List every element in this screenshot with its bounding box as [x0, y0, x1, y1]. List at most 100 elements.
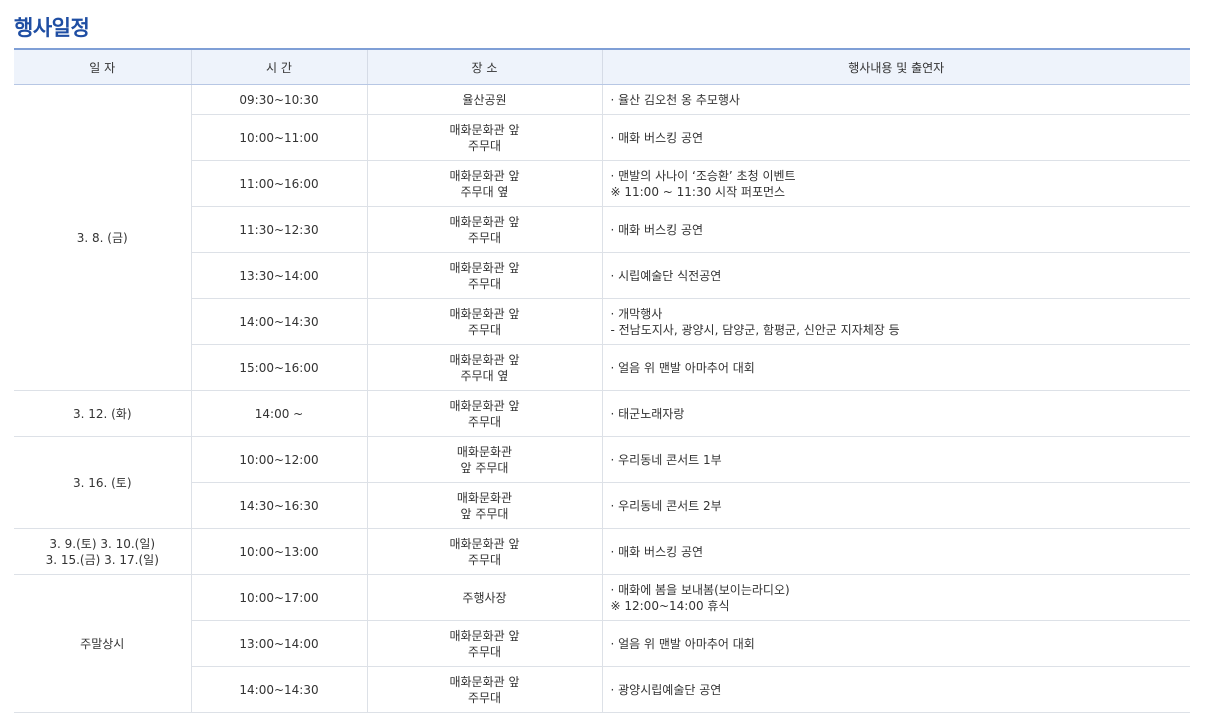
content-cell: · 매화 버스킹 공연 — [601, 206, 1190, 253]
table-row: 11:30~12:30 매화문화관 앞 주무대 · 매화 버스킹 공연 — [14, 206, 1190, 253]
header-time: 시 간 — [190, 48, 367, 85]
place-text: 주무대 — [467, 690, 502, 705]
table-row: 11:00~16:00 매화문화관 앞 주무대 옆 · 맨발의 사나이 ‘조승환’ 초… — [14, 160, 1190, 207]
date-cell: 3. 12. (화) — [14, 390, 191, 437]
place-cell: 율산공원 — [366, 84, 602, 115]
place-text: 앞 주무대 — [460, 460, 509, 475]
time-cell: 10:00~12:00 — [190, 436, 367, 483]
content-text: · 율산 김오천 옹 추모행사 — [610, 92, 740, 107]
content-text: · 맨발의 사나이 ‘조승환’ 초청 이벤트 — [610, 168, 796, 183]
place-text: 율산공원 — [462, 92, 507, 107]
content-cell: · 태군노래자랑 — [601, 390, 1190, 437]
place-text: 매화문화관 앞 — [449, 168, 520, 183]
time-cell: 14:00~14:30 — [190, 298, 367, 345]
date-cell: 3. 16. (토) — [14, 436, 191, 529]
content-cell: · 얼음 위 맨발 아마추어 대회 — [601, 344, 1190, 391]
place-text: 매화문화관 앞 — [449, 398, 520, 413]
place-text: 매화문화관 앞 — [449, 260, 520, 275]
table-header-row: 일 자 시 간 장 소 행사내용 및 출연자 — [14, 48, 1190, 85]
place-cell: 매화문화관 앞 주무대 옆 — [366, 344, 602, 391]
time-cell: 13:30~14:00 — [190, 252, 367, 299]
table-row: 주말상시 10:00~17:00 주행사장 · 매화에 봄을 보내봄(보이는라디오) ※… — [14, 574, 1190, 713]
place-cell: 매화문화관 앞 주무대 — [366, 298, 602, 345]
schedule-body: 3. 8. (금) 09:30~10:30 율산공원 · 율산 김오천 옹 추모행사 1… — [14, 84, 1190, 713]
content-cell: · 매화 버스킹 공연 — [601, 528, 1190, 575]
place-text: 매화문화관 앞 — [449, 674, 520, 689]
content-cell: · 우리동네 콘서트 2부 — [601, 482, 1190, 529]
table-row: 13:00~14:00 매화문화관 앞 주무대 · 얼음 위 맨발 아마추어 대회 — [14, 620, 1190, 667]
date-cell: 3. 8. (금) — [14, 84, 191, 391]
place-cell: 매화문화관 앞 주무대 — [366, 666, 602, 713]
table-row: 14:00~14:30 매화문화관 앞 주무대 · 광양시립예술단 공연 — [14, 666, 1190, 713]
date-text: 주말상시 — [80, 636, 125, 651]
time-cell: 10:00~11:00 — [190, 114, 367, 161]
date-text: 3. 8. (금) — [76, 230, 128, 245]
content-cell: · 율산 김오천 옹 추모행사 — [601, 84, 1190, 115]
content-text: · 매화에 봄을 보내봄(보이는라디오) — [610, 582, 790, 597]
table-row: 14:30~16:30 매화문화관 앞 주무대 · 우리동네 콘서트 2부 — [14, 482, 1190, 529]
time-cell: 13:00~14:00 — [190, 620, 367, 667]
date-text: 3. 16. (토) — [72, 475, 132, 490]
content-text: - 전남도지사, 광양시, 담양군, 함평군, 신안군 지자체장 등 — [610, 322, 900, 337]
date-cell: 주말상시 — [14, 574, 191, 713]
place-text: 주무대 — [467, 276, 502, 291]
time-cell: 11:00~16:00 — [190, 160, 367, 207]
time-cell: 10:00~17:00 — [190, 574, 367, 621]
content-text: · 광양시립예술단 공연 — [610, 682, 722, 697]
time-cell: 10:00~13:00 — [190, 528, 367, 575]
place-cell: 매화문화관 앞 주무대 — [366, 252, 602, 299]
date-text: 3. 12. (화) — [72, 406, 132, 421]
content-cell: · 시립예술단 식전공연 — [601, 252, 1190, 299]
table-row: 10:00~11:00 매화문화관 앞 주무대 · 매화 버스킹 공연 — [14, 114, 1190, 161]
content-cell: · 맨발의 사나이 ‘조승환’ 초청 이벤트 ※ 11:00 ~ 11:30 시작… — [601, 160, 1190, 207]
table-row: 3. 8. (금) 09:30~10:30 율산공원 · 율산 김오천 옹 추모행사 — [14, 84, 1190, 391]
schedule-table: 일 자 시 간 장 소 행사내용 및 출연자 3. 8. (금) 09:30~10… — [14, 48, 1190, 713]
time-cell: 09:30~10:30 — [190, 84, 367, 115]
place-text: 주무대 — [467, 644, 502, 659]
table-row: 3. 16. (토) 10:00~12:00 매화문화관 앞 주무대 · 우리동네 콘서… — [14, 436, 1190, 529]
place-text: 주행사장 — [462, 590, 507, 605]
content-cell: · 광양시립예술단 공연 — [601, 666, 1190, 713]
place-text: 매화문화관 앞 — [449, 352, 520, 367]
content-text: · 개막행사 — [610, 306, 663, 321]
page-title: 행사일정 — [14, 16, 90, 40]
table-row: 13:30~14:00 매화문화관 앞 주무대 · 시립예술단 식전공연 — [14, 252, 1190, 299]
place-cell: 매화문화관 앞 주무대 — [366, 114, 602, 161]
place-text: 주무대 — [467, 322, 502, 337]
content-text: · 매화 버스킹 공연 — [610, 222, 704, 237]
place-cell: 주행사장 — [366, 574, 602, 621]
place-cell: 매화문화관 앞 주무대 옆 — [366, 160, 602, 207]
content-text: · 태군노래자랑 — [610, 406, 685, 421]
place-cell: 매화문화관 앞 주무대 — [366, 206, 602, 253]
content-cell: · 우리동네 콘서트 1부 — [601, 436, 1190, 483]
table-row: 15:00~16:00 매화문화관 앞 주무대 옆 · 얼음 위 맨발 아마추어 대회 — [14, 344, 1190, 391]
place-text: 주무대 옆 — [460, 184, 509, 199]
content-cell: · 개막행사 - 전남도지사, 광양시, 담양군, 함평군, 신안군 지자체장 등 — [601, 298, 1190, 345]
content-cell: · 매화 버스킹 공연 — [601, 114, 1190, 161]
content-text: · 매화 버스킹 공연 — [610, 544, 704, 559]
header-place: 장 소 — [366, 48, 602, 85]
content-text: ※ 12:00~14:00 휴식 — [610, 598, 730, 613]
place-text: 매화문화관 — [456, 490, 513, 505]
place-cell: 매화문화관 앞 주무대 — [366, 528, 602, 575]
place-text: 매화문화관 앞 — [449, 122, 520, 137]
content-text: · 시립예술단 식전공연 — [610, 268, 722, 283]
time-cell: 11:30~12:30 — [190, 206, 367, 253]
content-text: ※ 11:00 ~ 11:30 시작 퍼포먼스 — [610, 184, 786, 199]
table-row: 3. 9.(토) 3. 10.(일) 3. 15.(금) 3. 17.(일) 10:… — [14, 528, 1190, 575]
time-cell: 14:00 ~ — [190, 390, 367, 437]
place-text: 매화문화관 앞 — [449, 536, 520, 551]
place-cell: 매화문화관 앞 주무대 — [366, 436, 602, 483]
place-cell: 매화문화관 앞 주무대 — [366, 620, 602, 667]
place-cell: 매화문화관 앞 주무대 — [366, 390, 602, 437]
date-cell: 3. 9.(토) 3. 10.(일) 3. 15.(금) 3. 17.(일) — [14, 528, 191, 575]
place-text: 주무대 옆 — [460, 368, 509, 383]
place-text: 주무대 — [467, 138, 502, 153]
place-text: 주무대 — [467, 414, 502, 429]
content-cell: · 매화에 봄을 보내봄(보이는라디오) ※ 12:00~14:00 휴식 — [601, 574, 1190, 621]
table-row: 14:00~14:30 매화문화관 앞 주무대 · 개막행사 - 전남도지사, 광양시,… — [14, 298, 1190, 345]
place-text: 매화문화관 앞 — [449, 214, 520, 229]
place-text: 앞 주무대 — [460, 506, 509, 521]
place-text: 매화문화관 — [456, 444, 513, 459]
time-cell: 14:00~14:30 — [190, 666, 367, 713]
